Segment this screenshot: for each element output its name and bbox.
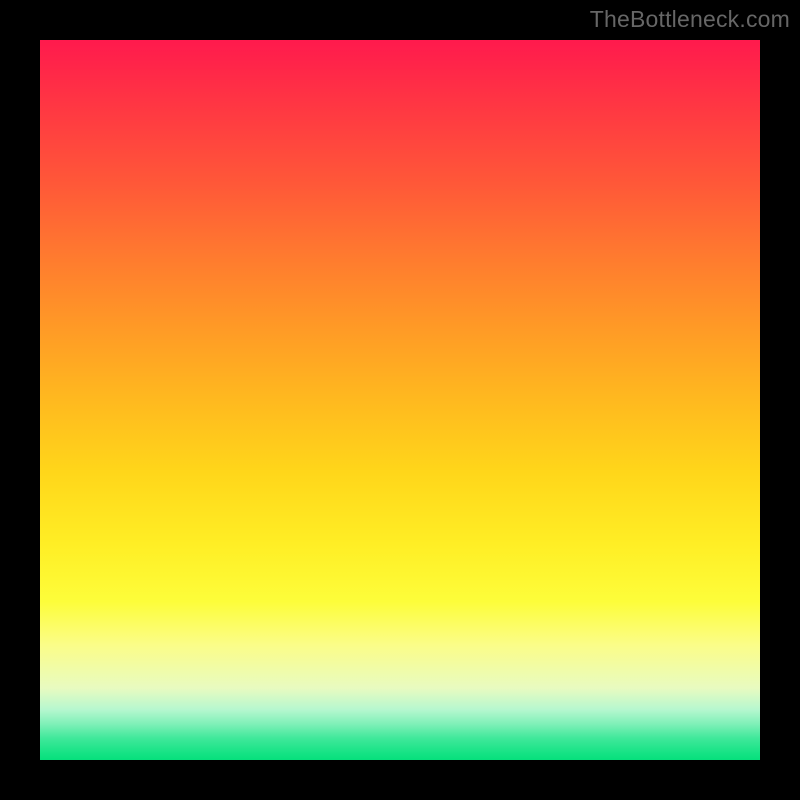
plot-area xyxy=(40,40,760,760)
chart-frame: TheBottleneck.com xyxy=(0,0,800,800)
heat-gradient-background xyxy=(40,40,760,760)
watermark-text: TheBottleneck.com xyxy=(590,6,790,33)
